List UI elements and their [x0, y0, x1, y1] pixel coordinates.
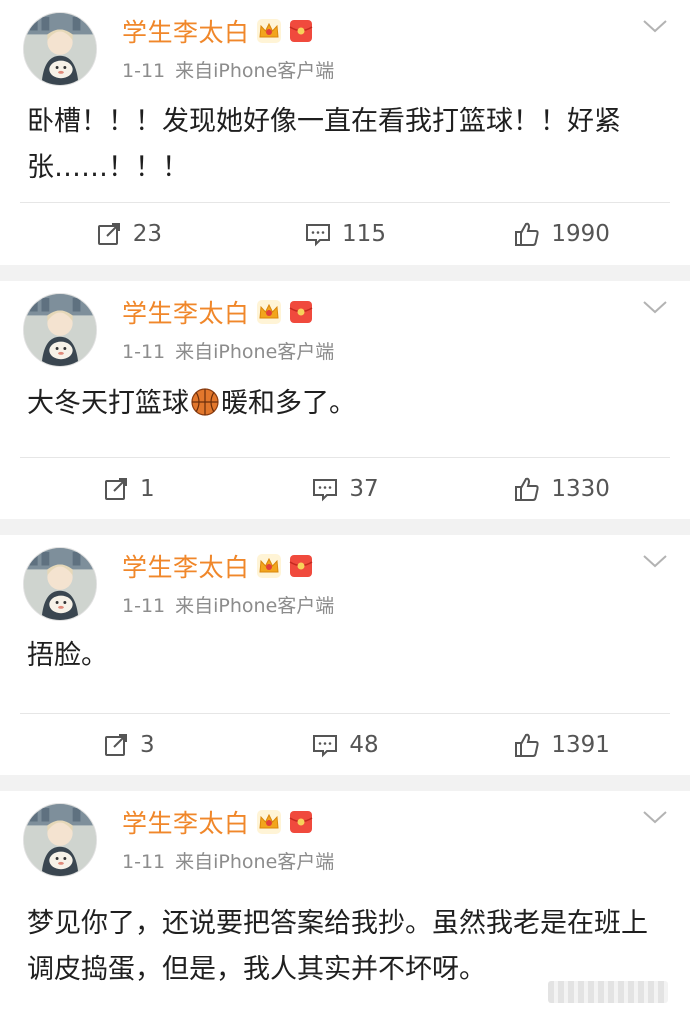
red-packet-icon[interactable]	[288, 809, 314, 835]
repost-icon	[102, 731, 130, 759]
post-source: 来自iPhone客户端	[175, 60, 335, 82]
comment-button[interactable]: 37	[237, 458, 454, 519]
avatar[interactable]	[23, 293, 97, 367]
post-text: 大冬天打篮球 暖和多了。	[0, 371, 690, 457]
avatar[interactable]	[23, 12, 97, 86]
action-bar: 3 48 1391	[20, 713, 670, 775]
post-meta: 1-11 来自iPhone客户端	[122, 591, 334, 618]
author-name[interactable]: 学生李太白	[122, 548, 250, 584]
author-row: 学生李太白	[122, 295, 314, 329]
post-header: 学生李太白 1-11 来自iPhone客户端	[0, 535, 690, 625]
post-card: 学生李太白 1-11 来自iPhone客户端 梦见你了，还说要把答案给我抄。虽然…	[0, 791, 690, 1011]
comment-count: 37	[349, 475, 379, 502]
repost-count: 3	[140, 731, 155, 758]
author-row: 学生李太白	[122, 549, 314, 583]
post-separator	[0, 775, 690, 791]
post-text: 捂脸。	[27, 640, 108, 671]
comment-icon	[304, 220, 332, 248]
avatar-illustration	[24, 294, 96, 366]
repost-count: 23	[132, 220, 162, 247]
action-bar: 23 115 1990	[20, 202, 670, 264]
author-name[interactable]: 学生李太白	[122, 294, 250, 330]
thumbs-up-icon	[513, 731, 541, 759]
like-count: 1330	[551, 475, 610, 502]
avatar-illustration	[24, 804, 96, 876]
avatar[interactable]	[23, 803, 97, 877]
post-header: 学生李太白 1-11 来自iPhone客户端	[0, 281, 690, 371]
post-meta: 1-11 来自iPhone客户端	[122, 847, 334, 874]
red-packet-icon[interactable]	[288, 299, 314, 325]
post-card: 学生李太白 1-11 来自iPhone客户端 捂脸。 3 48 1391	[0, 535, 690, 775]
repost-button[interactable]: 3	[20, 714, 237, 775]
chevron-down-icon[interactable]	[640, 16, 670, 36]
comment-button[interactable]: 48	[237, 714, 454, 775]
like-button[interactable]: 1330	[453, 458, 670, 519]
repost-button[interactable]: 23	[20, 203, 237, 264]
comment-count: 115	[342, 220, 386, 247]
post-source: 来自iPhone客户端	[175, 851, 335, 873]
avatar-illustration	[24, 548, 96, 620]
post-text-part: 大冬天打篮球	[27, 388, 189, 419]
post-date: 1-11	[122, 595, 166, 617]
red-packet-icon[interactable]	[288, 18, 314, 44]
post-header: 学生李太白 1-11 来自iPhone客户端	[0, 791, 690, 881]
like-button[interactable]: 1990	[453, 203, 670, 264]
avatar[interactable]	[23, 547, 97, 621]
like-button[interactable]: 1391	[453, 714, 670, 775]
repost-icon	[95, 220, 123, 248]
thumbs-up-icon	[513, 220, 541, 248]
repost-icon	[102, 475, 130, 503]
like-count: 1990	[551, 220, 610, 247]
author-row: 学生李太白	[122, 14, 314, 48]
red-packet-icon[interactable]	[288, 553, 314, 579]
post-date: 1-11	[122, 851, 166, 873]
repost-button[interactable]: 1	[20, 458, 237, 519]
weibo-feed: 学生李太白 1-11 来自iPhone客户端 卧槽！！！发现她好像一直在看我打篮…	[0, 0, 690, 1011]
post-date: 1-11	[122, 341, 166, 363]
author-row: 学生李太白	[122, 805, 314, 839]
like-count: 1391	[551, 731, 610, 758]
post-text-part: 暖和多了。	[221, 388, 356, 419]
author-name[interactable]: 学生李太白	[122, 13, 250, 49]
thumbs-up-icon	[513, 475, 541, 503]
crown-badge-icon[interactable]	[256, 18, 282, 44]
post-source: 来自iPhone客户端	[175, 595, 335, 617]
avatar-illustration	[24, 13, 96, 85]
repost-count: 1	[140, 475, 155, 502]
crown-badge-icon[interactable]	[256, 809, 282, 835]
post-text: 梦见你了，还说要把答案给我抄。虽然我老是在班上调皮捣蛋，但是，我人其实并不坏呀。	[27, 908, 648, 985]
author-name[interactable]: 学生李太白	[122, 804, 250, 840]
comment-icon	[311, 475, 339, 503]
crown-badge-icon[interactable]	[256, 553, 282, 579]
crown-badge-icon[interactable]	[256, 299, 282, 325]
watermark	[548, 981, 668, 1003]
comment-count: 48	[349, 731, 379, 758]
post-date: 1-11	[122, 60, 166, 82]
comment-button[interactable]: 115	[237, 203, 454, 264]
chevron-down-icon[interactable]	[640, 551, 670, 571]
post-meta: 1-11 来自iPhone客户端	[122, 337, 334, 364]
post-header: 学生李太白 1-11 来自iPhone客户端	[0, 0, 690, 90]
action-bar: 1 37 1330	[20, 457, 670, 519]
chevron-down-icon[interactable]	[640, 807, 670, 827]
comment-icon	[311, 731, 339, 759]
post-separator	[0, 265, 690, 281]
post-separator	[0, 519, 690, 535]
post-meta: 1-11 来自iPhone客户端	[122, 56, 334, 83]
post-card: 学生李太白 1-11 来自iPhone客户端 大冬天打篮球 暖和多了。 1 37…	[0, 281, 690, 519]
post-card: 学生李太白 1-11 来自iPhone客户端 卧槽！！！发现她好像一直在看我打篮…	[0, 0, 690, 265]
post-text: 卧槽！！！发现她好像一直在看我打篮球！！好紧张……！！！	[27, 106, 621, 183]
post-source: 来自iPhone客户端	[175, 341, 335, 363]
chevron-down-icon[interactable]	[640, 297, 670, 317]
basketball-emoji-icon	[191, 388, 219, 416]
